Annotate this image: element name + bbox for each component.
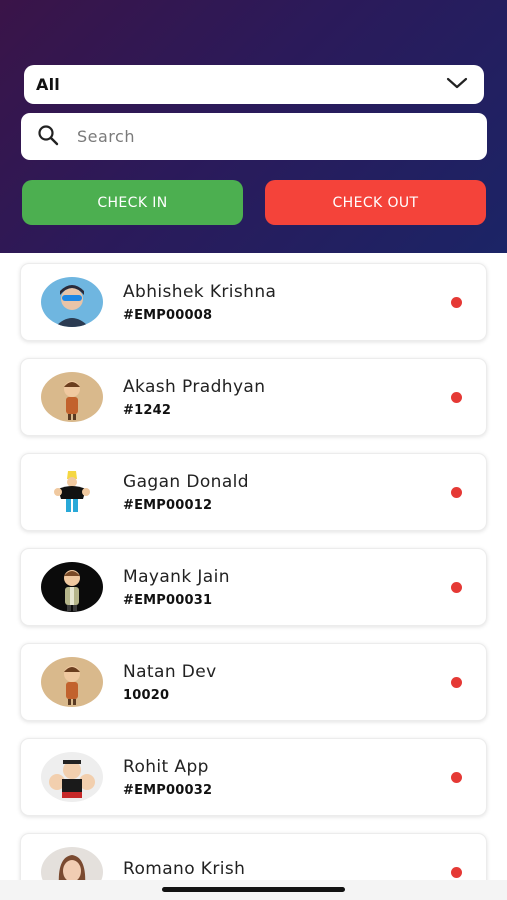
avatar xyxy=(41,277,103,327)
status-dot xyxy=(451,582,462,593)
filter-selected-value: All xyxy=(36,75,60,94)
employee-name: Romano Krish xyxy=(123,859,246,879)
employee-code: #1242 xyxy=(123,402,172,418)
status-dot xyxy=(451,487,462,498)
list-item[interactable]: Rohit App #EMP00032 xyxy=(20,738,487,816)
status-dot xyxy=(451,677,462,688)
header: All CHECK IN CHECK OUT xyxy=(0,0,507,253)
avatar xyxy=(41,752,103,802)
employee-name: Abhishek Krishna xyxy=(123,281,277,302)
check-out-button[interactable]: CHECK OUT xyxy=(265,180,486,225)
home-indicator-bar xyxy=(0,880,507,900)
check-in-button[interactable]: CHECK IN xyxy=(22,180,243,225)
search-box[interactable] xyxy=(21,113,487,160)
status-dot xyxy=(451,392,462,403)
chevron-down-icon xyxy=(446,75,468,94)
avatar xyxy=(41,372,103,422)
list-item[interactable]: Akash Pradhyan #1242 xyxy=(20,358,487,436)
list-item[interactable]: Abhishek Krishna #EMP00008 xyxy=(20,263,487,341)
avatar xyxy=(41,467,103,517)
employee-name: Akash Pradhyan xyxy=(123,376,266,397)
avatar xyxy=(41,562,103,612)
avatar xyxy=(41,657,103,707)
list-item[interactable]: Mayank Jain #EMP00031 xyxy=(20,548,487,626)
employee-code: #EMP00031 xyxy=(123,592,213,608)
list-item[interactable]: Natan Dev 10020 xyxy=(20,643,487,721)
search-icon xyxy=(37,124,59,150)
status-dot xyxy=(451,772,462,783)
employee-name: Mayank Jain xyxy=(123,566,230,587)
status-dot xyxy=(451,297,462,308)
status-dot xyxy=(451,867,462,878)
employee-code: #EMP00012 xyxy=(123,497,213,513)
employee-code: #EMP00032 xyxy=(123,782,213,798)
employee-code: 10020 xyxy=(123,687,170,703)
employee-code: #EMP00008 xyxy=(123,307,213,323)
employee-name: Rohit App xyxy=(123,756,209,777)
list-item[interactable]: Gagan Donald #EMP00012 xyxy=(20,453,487,531)
employee-name: Natan Dev xyxy=(123,661,217,682)
filter-dropdown[interactable]: All xyxy=(24,65,484,104)
home-indicator[interactable] xyxy=(162,887,345,892)
search-input[interactable] xyxy=(77,127,457,146)
employee-name: Gagan Donald xyxy=(123,471,249,492)
